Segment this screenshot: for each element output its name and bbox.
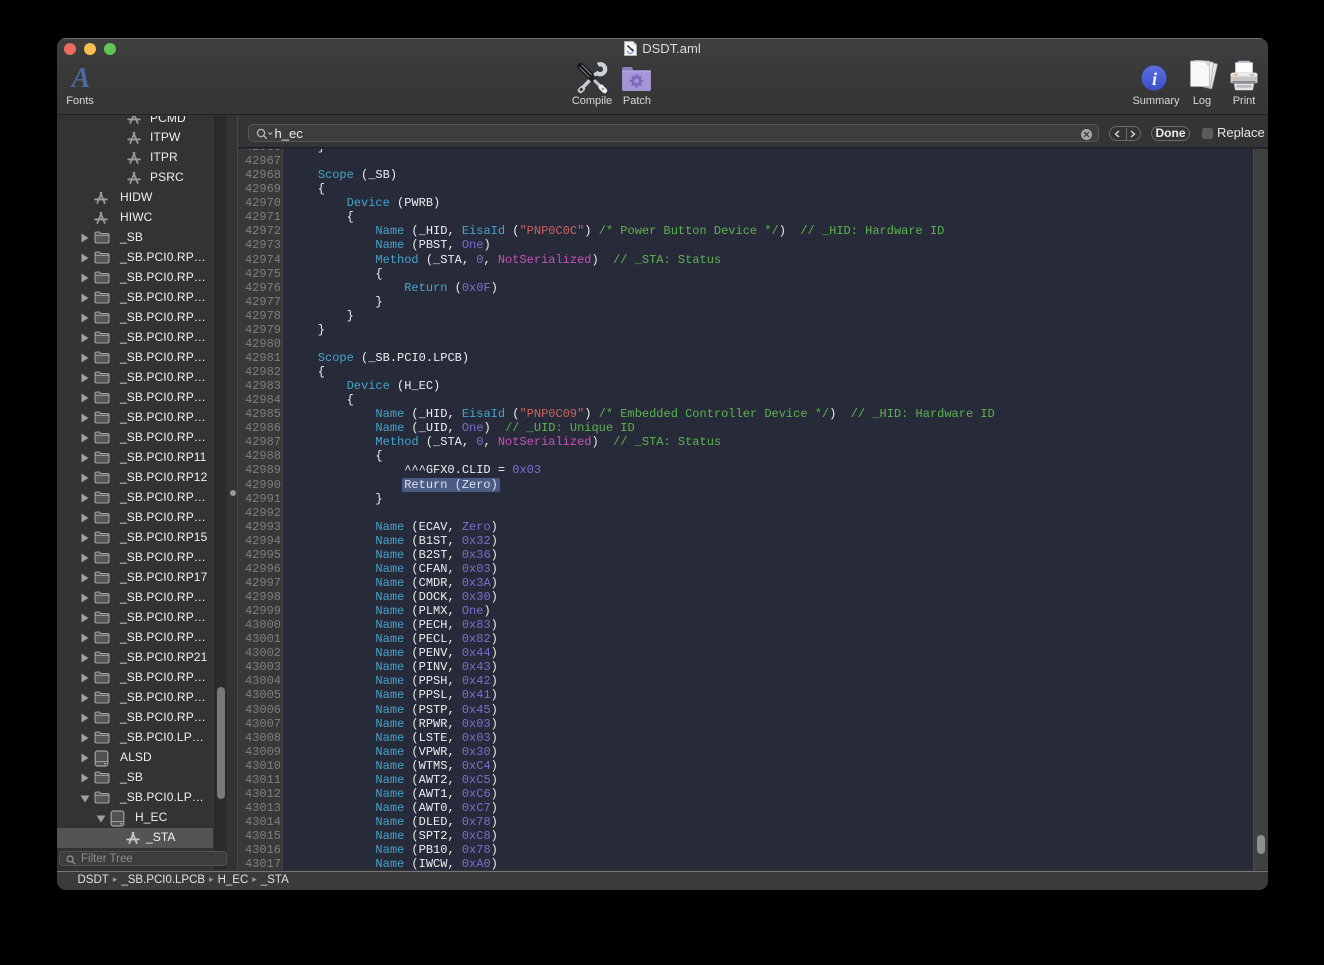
svg-text:i: i (1152, 69, 1157, 89)
